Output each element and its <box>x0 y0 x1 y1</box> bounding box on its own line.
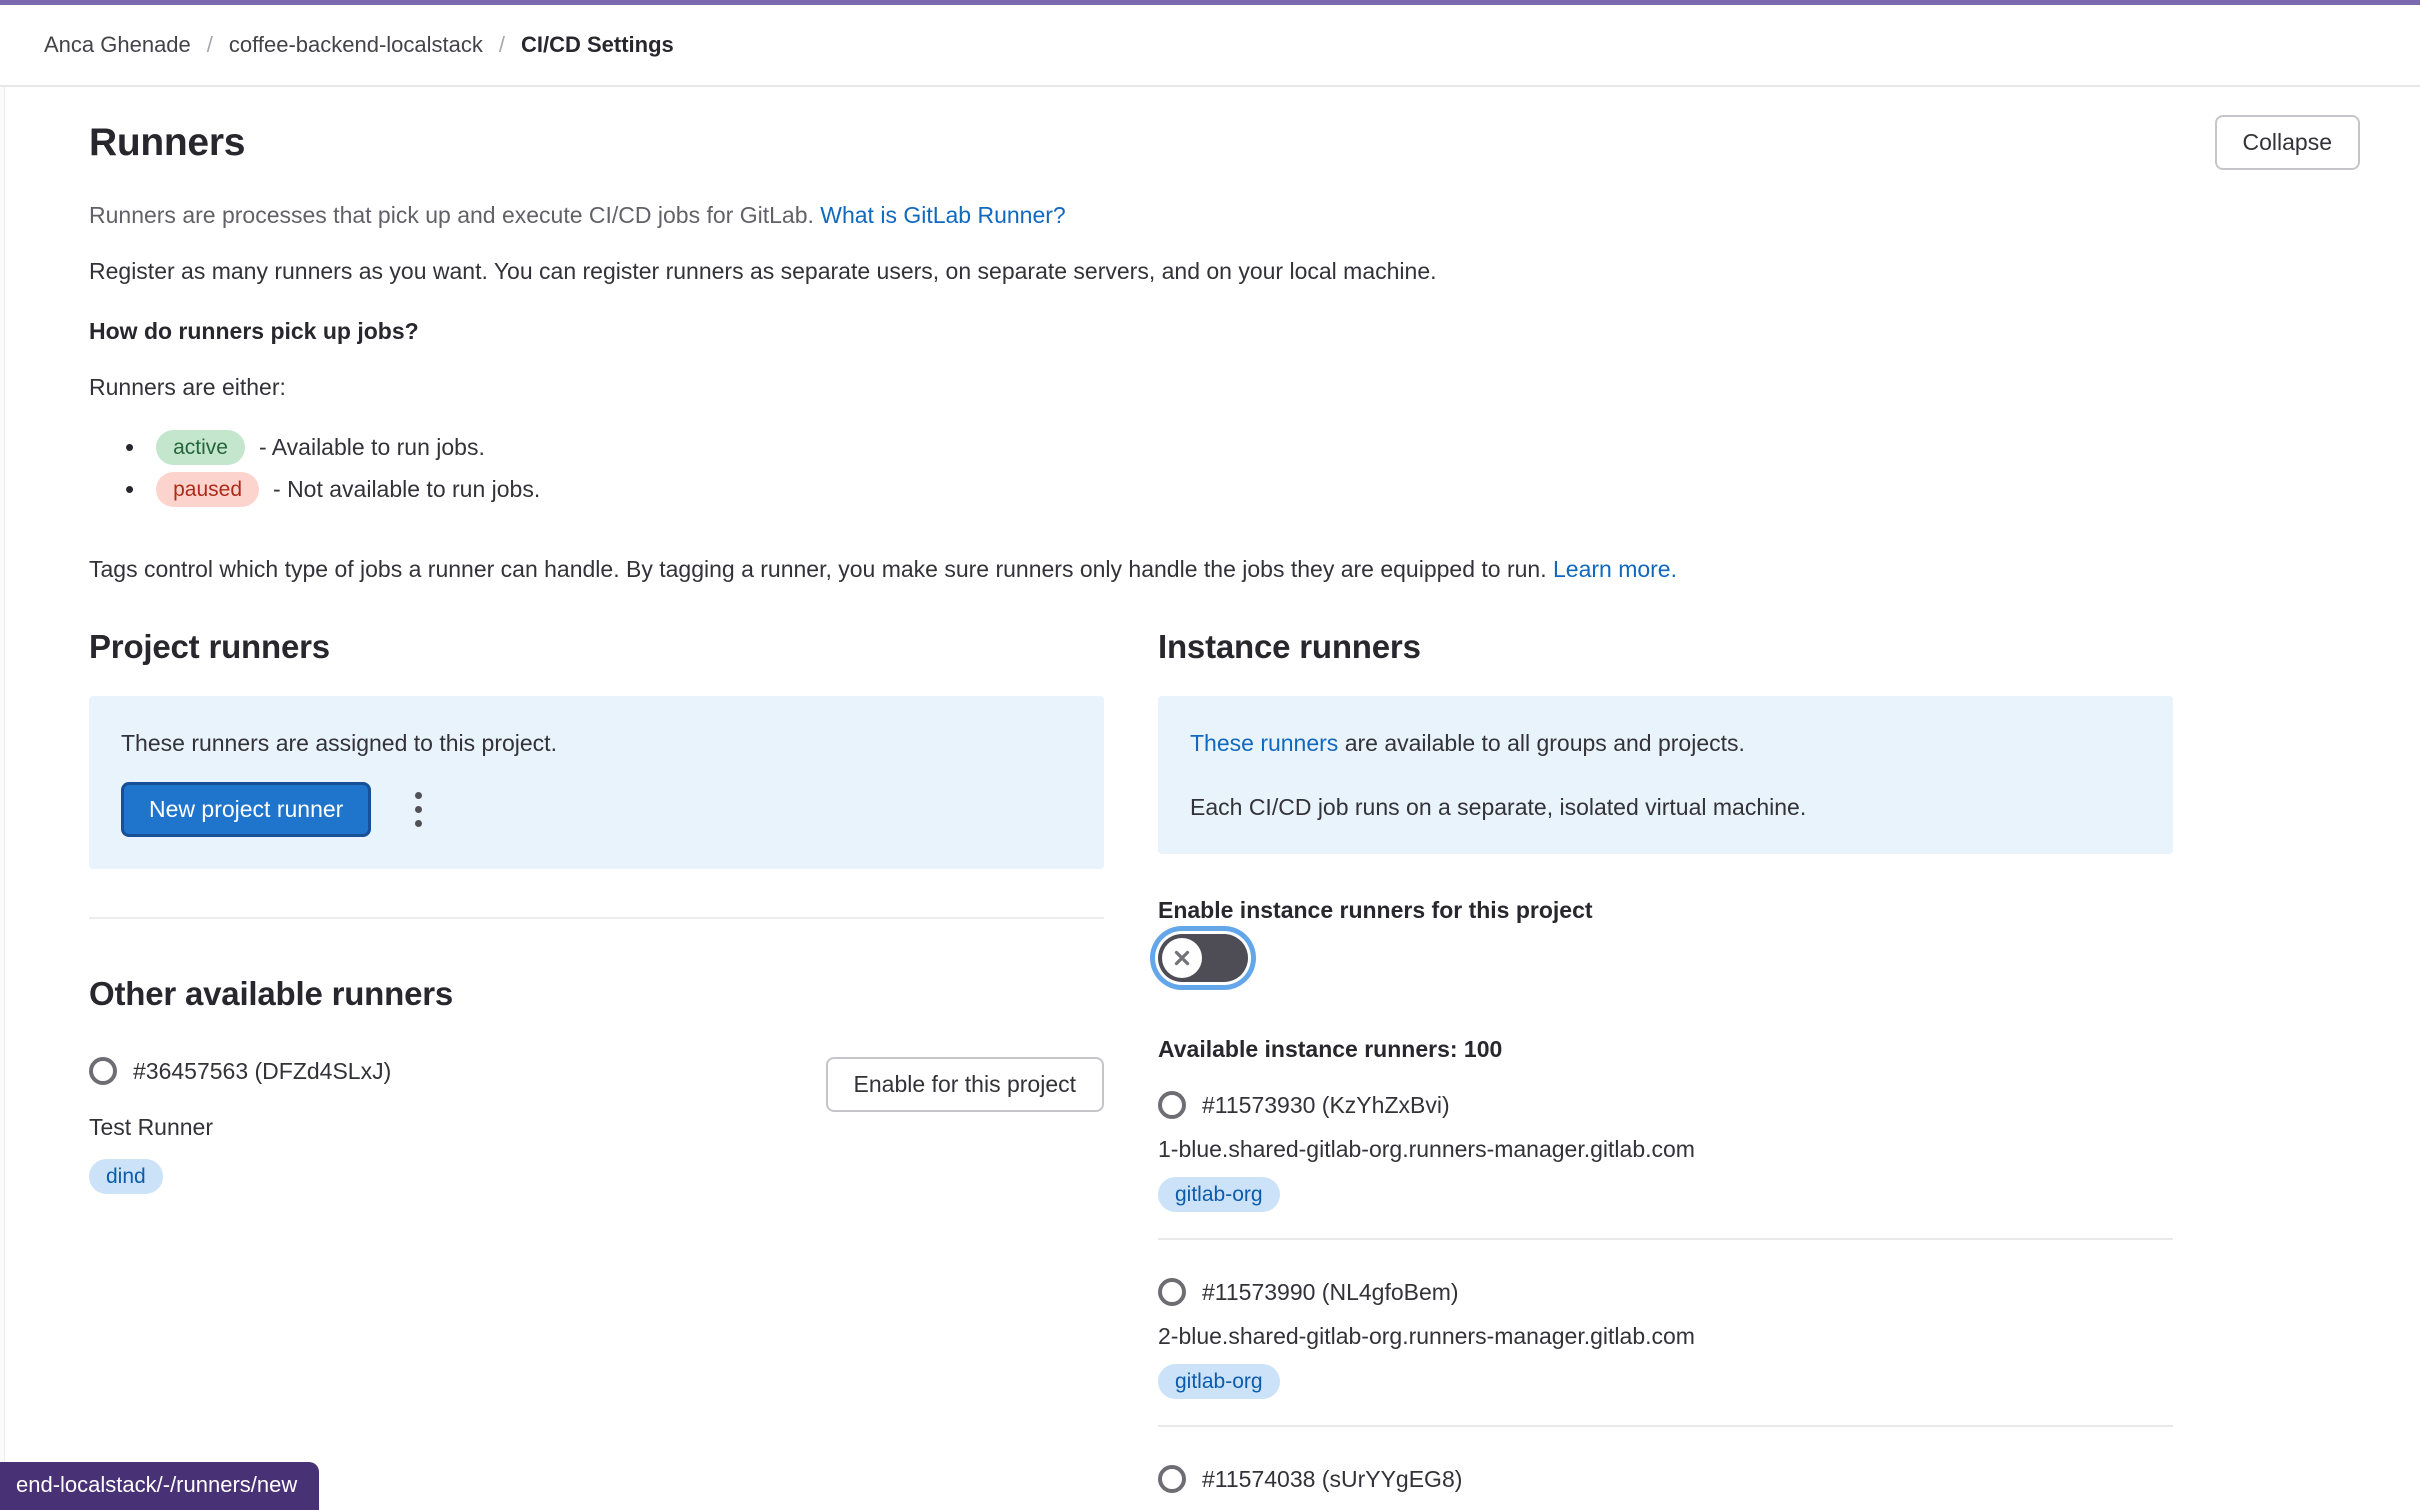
tags-description-text: Tags control which type of jobs a runner… <box>89 556 1547 582</box>
active-status-badge: active <box>156 430 245 465</box>
project-runners-info-box: These runners are assigned to this proje… <box>89 696 1104 869</box>
runner-status-circle-icon <box>89 1057 117 1085</box>
runner-name: Test Runner <box>89 1113 391 1141</box>
runner-host: 2-blue.shared-gitlab-org.runners-manager… <box>1158 1322 2173 1350</box>
toggle-knob <box>1162 938 1202 978</box>
runners-are-either-text: Runners are either: <box>89 372 2360 402</box>
instance-runner-item: #11574038 (sUrYYgEG8) 3-blue.shared-gitl… <box>1158 1427 2173 1510</box>
what-is-gitlab-runner-link[interactable]: What is GitLab Runner? <box>820 202 1065 228</box>
runners-settings-page: Runners Collapse Runners are processes t… <box>5 87 2420 1510</box>
runner-status-circle-icon <box>1158 1278 1186 1306</box>
instance-runner-item: #11573990 (NL4gfoBem) 2-blue.shared-gitl… <box>1158 1240 2173 1427</box>
x-icon <box>1171 947 1193 969</box>
new-project-runner-button[interactable]: New project runner <box>121 782 371 837</box>
runner-host: 1-blue.shared-gitlab-org.runners-manager… <box>1158 1135 2173 1163</box>
breadcrumb-current-page: CI/CD Settings <box>521 32 674 58</box>
runners-description: Runners are processes that pick up and e… <box>89 200 2360 230</box>
instance-runners-info-line1: These runners are available to all group… <box>1190 728 2141 758</box>
instance-runners-info-box: These runners are available to all group… <box>1158 696 2173 854</box>
runner-status-circle-icon <box>1158 1465 1186 1493</box>
these-runners-link[interactable]: These runners <box>1190 730 1338 756</box>
vertical-ellipsis-icon[interactable] <box>405 782 432 837</box>
how-runners-pick-up-jobs-heading: How do runners pick up jobs? <box>89 316 2360 346</box>
link-url-preview: end-localstack/-/runners/new <box>0 1462 319 1510</box>
paused-status-description: - Not available to run jobs. <box>273 468 540 510</box>
instance-runners-info-line2: Each CI/CD job runs on a separate, isola… <box>1190 792 2141 822</box>
other-available-runners-title: Other available runners <box>89 975 1104 1013</box>
breadcrumb-project-link[interactable]: coffee-backend-localstack <box>229 32 483 58</box>
enable-instance-runners-label: Enable instance runners for this project <box>1158 896 2173 924</box>
runner-tag-badge: gitlab-org <box>1158 1364 1280 1399</box>
paused-status-badge: paused <box>156 472 259 507</box>
runner-status-list: active - Available to run jobs. paused -… <box>89 426 2360 510</box>
section-divider <box>89 917 1104 919</box>
instance-runners-title: Instance runners <box>1158 628 2173 666</box>
runner-tag-badge: gitlab-org <box>1158 1177 1280 1212</box>
runner-id: #36457563 (DFZd4SLxJ) <box>133 1057 391 1085</box>
runner-status-circle-icon <box>1158 1091 1186 1119</box>
instance-runners-section: Instance runners These runners are avail… <box>1158 628 2173 1510</box>
list-item-active: active - Available to run jobs. <box>125 426 2360 468</box>
breadcrumb-separator: / <box>207 32 213 58</box>
collapse-button[interactable]: Collapse <box>2215 115 2361 170</box>
runner-tag-badge: dind <box>89 1159 163 1194</box>
runner-id: #11574038 (sUrYYgEG8) <box>1202 1465 1462 1493</box>
project-runners-section: Project runners These runners are assign… <box>89 628 1104 1510</box>
register-runners-text: Register as many runners as you want. Yo… <box>89 256 2360 286</box>
list-item-paused: paused - Not available to run jobs. <box>125 468 2360 510</box>
project-runners-title: Project runners <box>89 628 1104 666</box>
instance-runner-list: #11573930 (KzYhZxBvi) 1-blue.shared-gitl… <box>1158 1091 2173 1510</box>
instance-runners-toggle[interactable] <box>1158 934 1248 982</box>
enable-for-project-button[interactable]: Enable for this project <box>826 1057 1104 1112</box>
instance-runner-item: #11573930 (KzYhZxBvi) 1-blue.shared-gitl… <box>1158 1091 2173 1240</box>
tags-description: Tags control which type of jobs a runner… <box>89 554 2360 584</box>
runner-id: #11573930 (KzYhZxBvi) <box>1202 1091 1450 1119</box>
available-runner-row: #36457563 (DFZd4SLxJ) Test Runner dind E… <box>89 1057 1104 1194</box>
runner-details: #36457563 (DFZd4SLxJ) Test Runner dind <box>89 1057 391 1194</box>
breadcrumb-user-link[interactable]: Anca Ghenade <box>44 32 191 58</box>
runners-description-text: Runners are processes that pick up and e… <box>89 202 814 228</box>
project-runners-info-text: These runners are assigned to this proje… <box>121 728 1072 758</box>
learn-more-link[interactable]: Learn more. <box>1553 556 1677 582</box>
active-status-description: - Available to run jobs. <box>259 426 485 468</box>
available-instance-runners-count: Available instance runners: 100 <box>1158 1035 2173 1063</box>
runner-id: #11573990 (NL4gfoBem) <box>1202 1278 1459 1306</box>
page-title: Runners <box>89 121 245 165</box>
breadcrumb-separator: / <box>499 32 505 58</box>
breadcrumb: Anca Ghenade / coffee-backend-localstack… <box>0 5 2420 87</box>
